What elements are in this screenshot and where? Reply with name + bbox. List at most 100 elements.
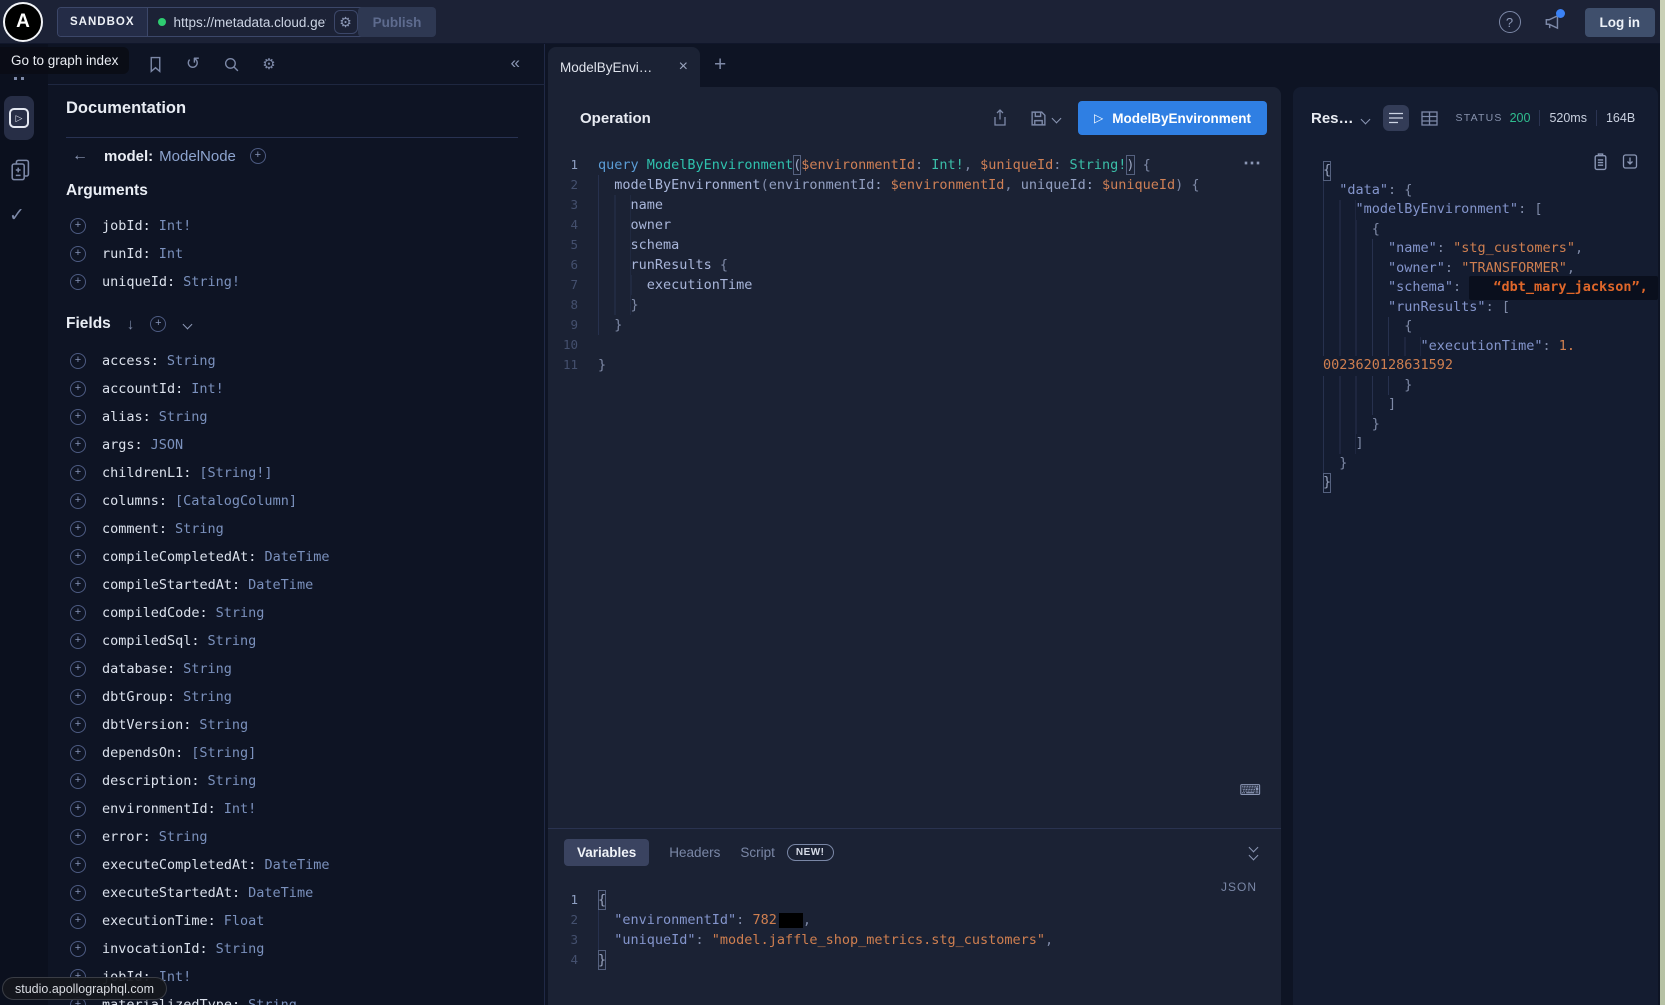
field-row[interactable]: +executeStartedAt:DateTime: [48, 879, 544, 907]
add-field-icon[interactable]: +: [70, 521, 86, 537]
add-field-icon[interactable]: +: [70, 246, 86, 262]
run-operation-button[interactable]: ▷ ModelByEnvironment: [1078, 101, 1267, 135]
help-icon[interactable]: ?: [1499, 11, 1521, 33]
endpoint-url[interactable]: https://metadata.cloud.get: [174, 15, 326, 30]
field-type[interactable]: String!: [183, 274, 240, 290]
settings-gear-icon[interactable]: ⚙: [260, 55, 278, 73]
connection-settings-icon[interactable]: ⚙: [334, 10, 358, 34]
add-field-icon[interactable]: +: [70, 549, 86, 565]
field-type[interactable]: String: [175, 521, 224, 537]
tab-script[interactable]: Script: [740, 845, 775, 860]
field-type[interactable]: JSON: [151, 437, 184, 453]
sidebar-item-checks[interactable]: ✓: [9, 204, 25, 227]
field-row[interactable]: +database:String: [48, 655, 544, 683]
login-button[interactable]: Log in: [1585, 8, 1656, 37]
field-row[interactable]: +environmentId:Int!: [48, 795, 544, 823]
field-row[interactable]: +description:String: [48, 767, 544, 795]
add-field-icon[interactable]: +: [70, 885, 86, 901]
field-type[interactable]: Int!: [224, 801, 257, 817]
add-field-icon[interactable]: +: [70, 745, 86, 761]
field-type[interactable]: String: [248, 997, 297, 1005]
add-field-icon[interactable]: +: [70, 801, 86, 817]
add-field-icon[interactable]: +: [70, 941, 86, 957]
add-field-icon[interactable]: +: [70, 857, 86, 873]
field-type[interactable]: String: [159, 409, 208, 425]
field-row[interactable]: +compileCompletedAt:DateTime: [48, 543, 544, 571]
field-type[interactable]: DateTime: [248, 885, 313, 901]
field-type[interactable]: [String]: [191, 745, 256, 761]
field-type[interactable]: String: [183, 661, 232, 677]
field-row[interactable]: +childrenL1:[String!]: [48, 459, 544, 487]
field-type[interactable]: Int!: [159, 218, 192, 234]
field-type[interactable]: String: [208, 633, 257, 649]
variables-editor[interactable]: 1{2"environmentId": 782,3"uniqueId": "mo…: [548, 890, 1281, 970]
operation-editor[interactable]: 1query ModelByEnvironment($environmentId…: [548, 155, 1281, 375]
download-response-icon[interactable]: [1622, 153, 1638, 176]
field-row[interactable]: +columns:[CatalogColumn]: [48, 487, 544, 515]
operation-tab[interactable]: ModelByEnvi… ×: [548, 47, 700, 87]
field-type[interactable]: DateTime: [264, 549, 329, 565]
add-field-icon[interactable]: +: [70, 661, 86, 677]
field-row[interactable]: +compiledCode:String: [48, 599, 544, 627]
field-row[interactable]: +dbtVersion:String: [48, 711, 544, 739]
add-field-icon[interactable]: +: [70, 913, 86, 929]
add-field-icon[interactable]: +: [70, 689, 86, 705]
field-type[interactable]: Float: [224, 913, 265, 929]
search-icon[interactable]: [222, 55, 240, 73]
add-field-icon[interactable]: +: [70, 409, 86, 425]
field-type[interactable]: String: [183, 689, 232, 705]
sidebar-item-schema[interactable]: [9, 158, 31, 187]
add-field-icon[interactable]: +: [70, 717, 86, 733]
add-field-icon[interactable]: +: [70, 353, 86, 369]
collapse-panel-icon[interactable]: «: [511, 53, 520, 73]
field-type[interactable]: String: [199, 717, 248, 733]
share-icon[interactable]: [992, 109, 1008, 127]
field-row[interactable]: +args:JSON: [48, 431, 544, 459]
field-row[interactable]: +invocationId:String: [48, 935, 544, 963]
save-icon[interactable]: [1030, 110, 1047, 127]
add-field-icon[interactable]: +: [70, 605, 86, 621]
tab-variables[interactable]: Variables: [564, 839, 649, 866]
field-type[interactable]: String: [216, 605, 265, 621]
publish-button[interactable]: Publish: [358, 7, 436, 37]
field-row[interactable]: +error:String: [48, 823, 544, 851]
field-row[interactable]: +runId:Int: [48, 240, 544, 268]
field-type[interactable]: DateTime: [264, 857, 329, 873]
add-field-icon[interactable]: +: [70, 274, 86, 290]
close-tab-icon[interactable]: ×: [679, 58, 688, 76]
field-type[interactable]: String: [167, 353, 216, 369]
endpoint-url-field[interactable]: https://metadata.cloud.get ⚙: [148, 8, 364, 36]
field-row[interactable]: +dbtGroup:String: [48, 683, 544, 711]
field-row[interactable]: +compiledSql:String: [48, 627, 544, 655]
field-row[interactable]: +uniqueId:String!: [48, 268, 544, 296]
add-field-icon[interactable]: +: [70, 465, 86, 481]
add-field-icon[interactable]: +: [70, 493, 86, 509]
response-body[interactable]: {"data": {"modelByEnvironment": [{"name"…: [1293, 161, 1658, 493]
response-title[interactable]: Res…: [1311, 110, 1354, 127]
save-options-chevron-icon[interactable]: [1052, 113, 1062, 123]
announcements-icon[interactable]: [1543, 12, 1563, 32]
field-row[interactable]: +compileStartedAt:DateTime: [48, 571, 544, 599]
field-type[interactable]: String: [208, 773, 257, 789]
bookmark-icon[interactable]: [146, 55, 164, 73]
field-row[interactable]: +executionTime:Float: [48, 907, 544, 935]
add-field-icon[interactable]: +: [70, 633, 86, 649]
copy-response-icon[interactable]: [1593, 153, 1608, 176]
add-field-icon[interactable]: +: [70, 829, 86, 845]
sidebar-item-explorer[interactable]: ▷: [4, 96, 34, 140]
pretty-view-toggle[interactable]: [1383, 105, 1409, 131]
field-type[interactable]: Int!: [191, 381, 224, 397]
history-icon[interactable]: ↺: [184, 55, 202, 73]
field-row[interactable]: +alias:String: [48, 403, 544, 431]
field-row[interactable]: +dependsOn:[String]: [48, 739, 544, 767]
add-all-fields-icon[interactable]: +: [150, 316, 166, 332]
collapse-variables-icon[interactable]: [1250, 844, 1257, 859]
table-view-toggle[interactable]: [1417, 105, 1443, 131]
back-arrow-icon[interactable]: ←: [72, 147, 88, 165]
add-field-icon[interactable]: +: [70, 218, 86, 234]
field-row[interactable]: +access:String: [48, 347, 544, 375]
field-type[interactable]: String: [159, 829, 208, 845]
field-type[interactable]: Int: [159, 246, 183, 262]
new-tab-button[interactable]: +: [714, 53, 726, 77]
apollo-logo[interactable]: A: [3, 2, 43, 42]
